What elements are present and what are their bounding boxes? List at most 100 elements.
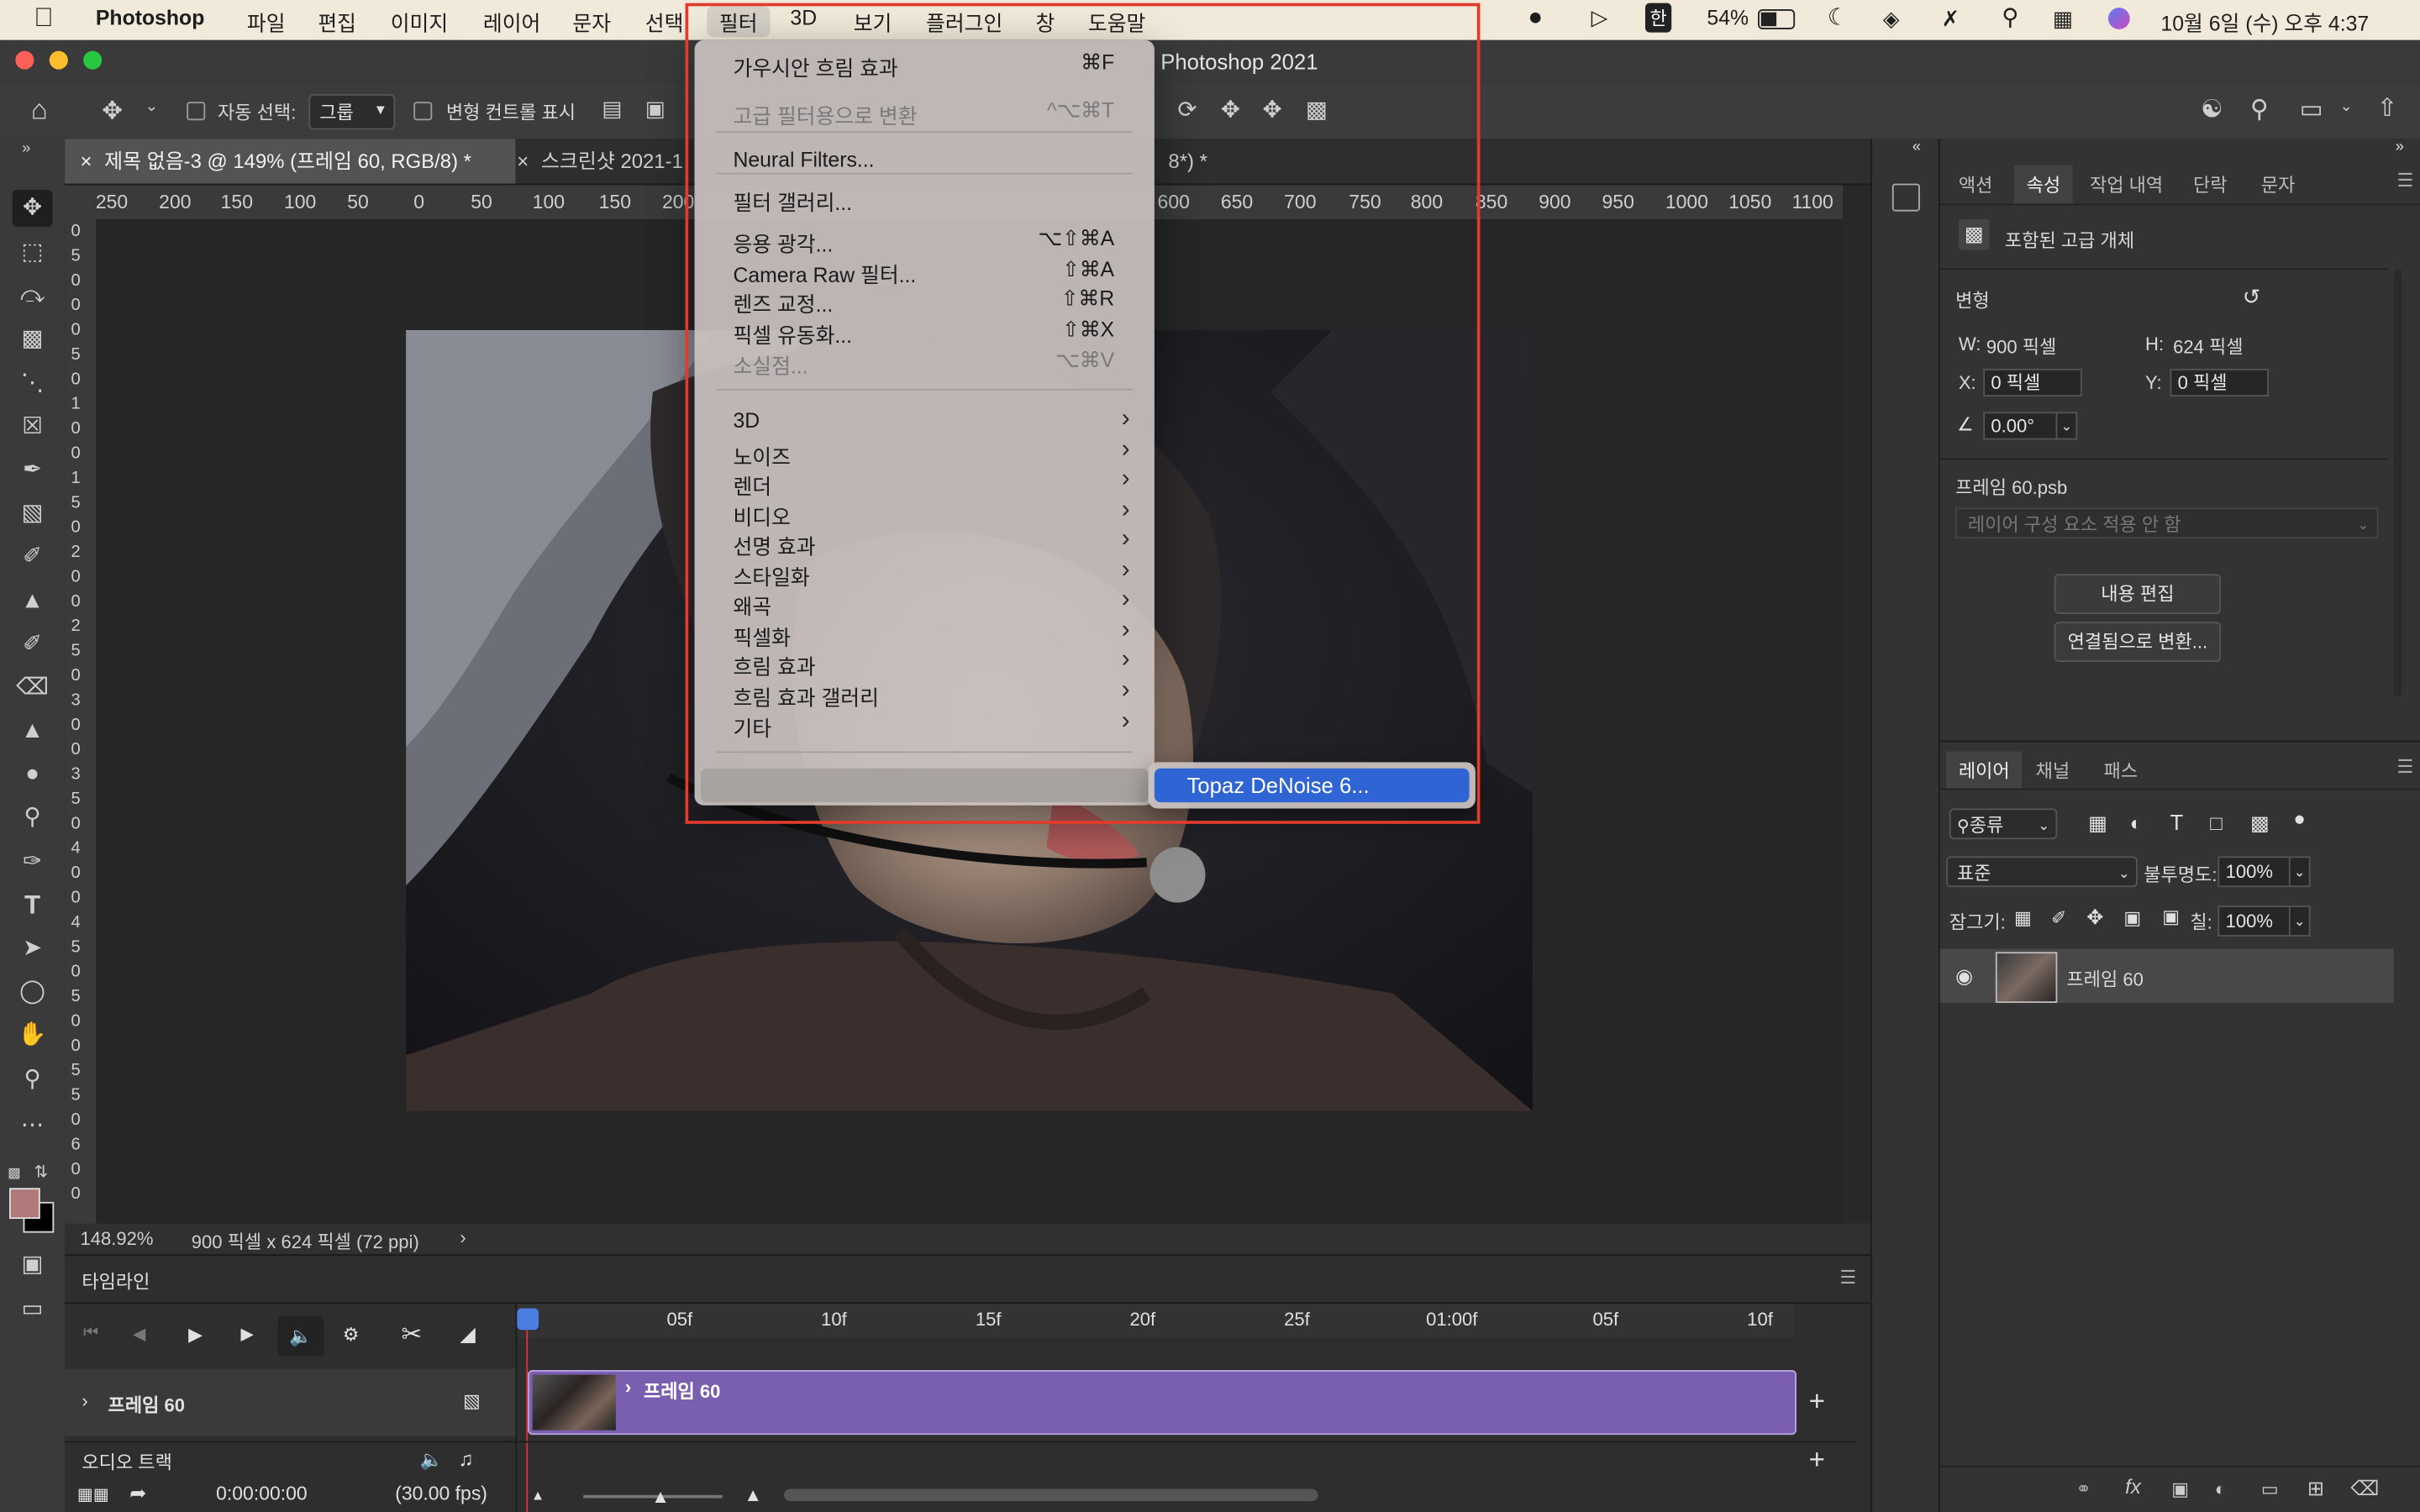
- minimize-window-button[interactable]: [49, 50, 68, 70]
- previous-frame-icon[interactable]: ◀: [133, 1324, 146, 1344]
- menu-3d[interactable]: 3D: [790, 6, 817, 29]
- notification-icon[interactable]: ●: [1528, 5, 1543, 33]
- first-frame-icon[interactable]: ⏮: [83, 1324, 98, 1344]
- scissors-icon[interactable]: ✂: [402, 1319, 423, 1350]
- move-tool[interactable]: ✥: [12, 189, 53, 227]
- lock-artboard-icon[interactable]: ▣: [2123, 907, 2141, 929]
- paint-bucket-tool[interactable]: ▲: [13, 713, 53, 750]
- tab-document[interactable]: 8*) *: [1153, 139, 1261, 183]
- menu-item[interactable]: 흐림 효과 ›: [695, 647, 1155, 680]
- tab-layers[interactable]: 레이어: [1946, 751, 2023, 790]
- input-method-indicator[interactable]: 한: [1644, 3, 1672, 33]
- filter-type-icon[interactable]: T: [2170, 810, 2183, 834]
- menu-item[interactable]: 비디오 ›: [695, 496, 1155, 529]
- audio-icon[interactable]: 🔈: [277, 1315, 324, 1357]
- healing-brush-tool[interactable]: ▧: [13, 496, 53, 533]
- moon-icon[interactable]: ☾: [1828, 3, 1849, 31]
- menu-plugins[interactable]: 플러그인: [926, 6, 1002, 37]
- chevron-right-icon[interactable]: ›: [82, 1390, 87, 1412]
- current-timecode[interactable]: 0:00:00:00: [216, 1483, 308, 1504]
- music-icon[interactable]: ♫: [459, 1447, 474, 1471]
- menu-item[interactable]: 응용 광각... ⌥⇧⌘A: [695, 227, 1155, 256]
- control-center-icon[interactable]: ▦: [2053, 6, 2073, 32]
- tab-character[interactable]: 문자: [2261, 171, 2296, 197]
- blend-mode-dropdown[interactable]: 표준 ⌄: [1946, 856, 2138, 888]
- video-clip[interactable]: › 프레임 60: [528, 1370, 1797, 1436]
- tab-history[interactable]: 작업 내역: [2090, 171, 2163, 197]
- width-value[interactable]: 900 픽셀: [1986, 333, 2056, 360]
- 3d-camera-icon[interactable]: ▩: [1306, 96, 1328, 123]
- menu-item[interactable]: 렌더 ›: [695, 466, 1155, 499]
- settings-icon[interactable]: ⚙: [343, 1324, 360, 1346]
- layer-comp-dropdown[interactable]: 레이어 구성 요소 적용 안 함 ⌄: [1955, 507, 2379, 539]
- zoom-tool[interactable]: ⚲: [13, 1062, 53, 1099]
- video-track-header[interactable]: › 프레임 60 ▧: [65, 1368, 516, 1436]
- height-value[interactable]: 624 픽셀: [2173, 333, 2243, 360]
- battery-icon[interactable]: [1758, 9, 1796, 29]
- menu-item[interactable]: 기타 ›: [695, 708, 1155, 741]
- menu-file[interactable]: 파일: [247, 6, 286, 37]
- film-icon[interactable]: ▧: [463, 1390, 481, 1412]
- auto-select-dropdown[interactable]: 그룹 ▼: [308, 94, 396, 130]
- marquee-tool[interactable]: ⬚: [13, 234, 53, 271]
- layer-row[interactable]: ◉ 프레임 60: [1939, 948, 2394, 1003]
- auto-select-checkbox[interactable]: [187, 102, 206, 121]
- eraser-tool[interactable]: ⌫: [13, 669, 53, 706]
- collapse-icon[interactable]: »: [2396, 139, 2404, 155]
- transform-controls-checkbox[interactable]: [413, 102, 433, 121]
- wifi-icon[interactable]: ◈: [1883, 6, 1900, 32]
- panel-menu-icon[interactable]: ☰: [2396, 170, 2413, 192]
- chevron-down-icon[interactable]: ⌄: [2288, 856, 2311, 888]
- collapse-icon[interactable]: «: [1912, 139, 1921, 155]
- menu-select[interactable]: 선택: [645, 6, 684, 37]
- adjustment-icon[interactable]: ◐: [2215, 1478, 2226, 1500]
- y-position-field[interactable]: 0 픽셀: [2170, 368, 2269, 397]
- lock-all-icon[interactable]: ▣: [2162, 906, 2180, 927]
- crop-tool[interactable]: ⋱: [13, 365, 53, 402]
- playhead-handle[interactable]: [517, 1308, 539, 1331]
- frame-tool[interactable]: ☒: [13, 409, 53, 446]
- object-select-tool[interactable]: ▩: [13, 321, 53, 358]
- chevron-right-icon[interactable]: ›: [625, 1376, 631, 1398]
- align-left-icon[interactable]: ▤: [602, 96, 622, 122]
- angle-field[interactable]: 0.00°: [1983, 412, 2058, 440]
- chevron-down-icon[interactable]: ⌄: [2339, 99, 2352, 116]
- share-icon[interactable]: ⇧: [2377, 92, 2398, 123]
- chevron-right-icon[interactable]: ›: [460, 1226, 466, 1248]
- pen-tool[interactable]: ✑: [13, 844, 53, 881]
- tab-paths[interactable]: 패스: [2103, 758, 2138, 784]
- type-tool[interactable]: T: [13, 887, 53, 924]
- audio-icon[interactable]: 🔈: [420, 1449, 443, 1471]
- play-icon[interactable]: ▷: [1591, 5, 1608, 31]
- dodge-tool[interactable]: ⚲: [13, 799, 53, 836]
- libraries-icon[interactable]: [1891, 183, 1920, 212]
- menu-item[interactable]: 3D ›: [695, 406, 1155, 437]
- history-brush-tool[interactable]: ✐: [13, 627, 53, 664]
- menu-item[interactable]: Neural Filters...: [695, 148, 1155, 176]
- play-icon[interactable]: ▶: [188, 1324, 203, 1346]
- zoom-slider-thumb[interactable]: ▲: [651, 1486, 670, 1508]
- ellipse-tool[interactable]: ◯: [13, 974, 53, 1011]
- home-icon[interactable]: ⌂: [31, 94, 48, 127]
- chevron-down-icon[interactable]: ⌄: [2288, 906, 2311, 937]
- link-icon[interactable]: ⚭: [2075, 1478, 2091, 1500]
- screen-mode-icon[interactable]: ▭: [13, 1291, 53, 1328]
- timeline-ruler[interactable]: 05f 10f 15f 20f 25f 01:00f 05f 10f: [517, 1304, 1796, 1338]
- path-select-tool[interactable]: ➤: [13, 931, 53, 968]
- stamp-tool[interactable]: ▲: [13, 583, 53, 620]
- menu-filter[interactable]: 필터: [707, 6, 771, 38]
- menu-view[interactable]: 보기: [854, 6, 892, 37]
- close-window-button[interactable]: [15, 50, 34, 70]
- 3d-slide-icon[interactable]: ✥: [1262, 96, 1281, 123]
- layer-filter-dropdown[interactable]: ⚲종류 ⌄: [1949, 808, 2058, 840]
- menu-item[interactable]: 픽셀화 ›: [695, 617, 1155, 650]
- close-icon[interactable]: ×: [81, 150, 92, 173]
- frame-animation-icon[interactable]: ▦▦: [77, 1484, 109, 1504]
- filter-toggle-icon[interactable]: ●: [2293, 807, 2305, 831]
- share-user-icon[interactable]: ☯: [2201, 94, 2223, 125]
- chevron-down-icon[interactable]: ⌄: [145, 99, 158, 116]
- zoom-out-icon[interactable]: ▲: [531, 1488, 544, 1503]
- x-position-field[interactable]: 0 픽셀: [1983, 368, 2082, 397]
- default-colors-icon[interactable]: ▩: [8, 1165, 23, 1180]
- lock-position-icon[interactable]: ✥: [2086, 906, 2103, 930]
